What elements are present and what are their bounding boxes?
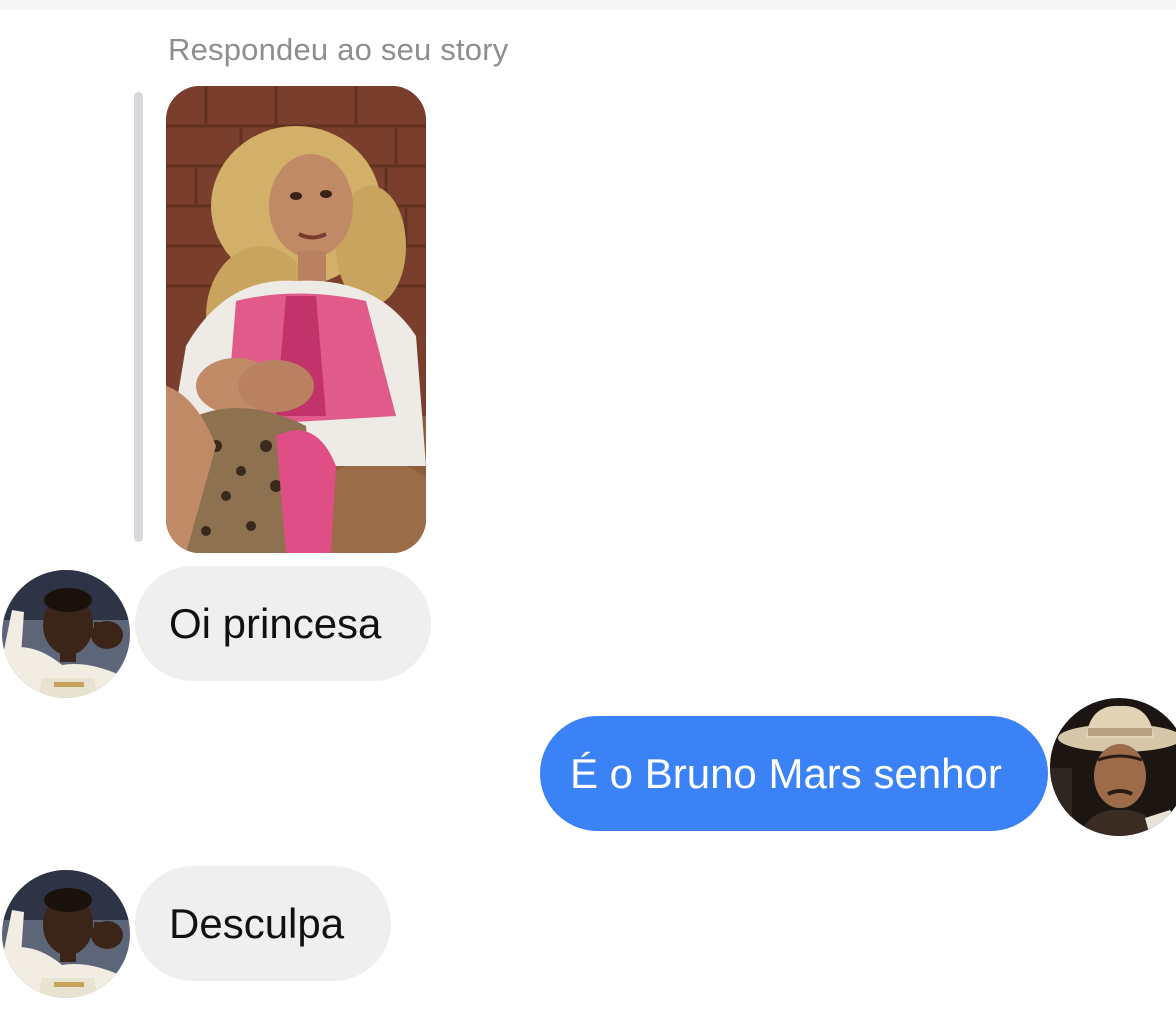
story-quote-bar bbox=[134, 92, 143, 542]
my-avatar[interactable] bbox=[1050, 698, 1176, 836]
message-text: Desculpa bbox=[169, 899, 345, 947]
chat-thread: Respondeu ao seu story Oi princesa É o B… bbox=[0, 0, 1176, 1021]
sender-avatar[interactable] bbox=[2, 870, 130, 998]
message-bubble-incoming[interactable]: Desculpa bbox=[135, 866, 391, 981]
story-photo-icon bbox=[166, 86, 426, 553]
message-bubble-outgoing[interactable]: É o Bruno Mars senhor bbox=[540, 716, 1048, 831]
message-text: É o Bruno Mars senhor bbox=[570, 749, 1002, 797]
top-divider bbox=[0, 0, 1176, 10]
message-bubble-incoming[interactable]: Oi princesa bbox=[135, 566, 431, 681]
footballer-avatar-icon bbox=[2, 570, 130, 698]
footballer-avatar-icon bbox=[2, 870, 130, 998]
cowboy-hat-avatar-icon bbox=[1050, 698, 1176, 836]
sender-avatar[interactable] bbox=[2, 570, 130, 698]
story-thumbnail[interactable] bbox=[166, 86, 426, 553]
message-text: Oi princesa bbox=[169, 599, 382, 647]
story-reply-caption: Respondeu ao seu story bbox=[168, 32, 509, 67]
